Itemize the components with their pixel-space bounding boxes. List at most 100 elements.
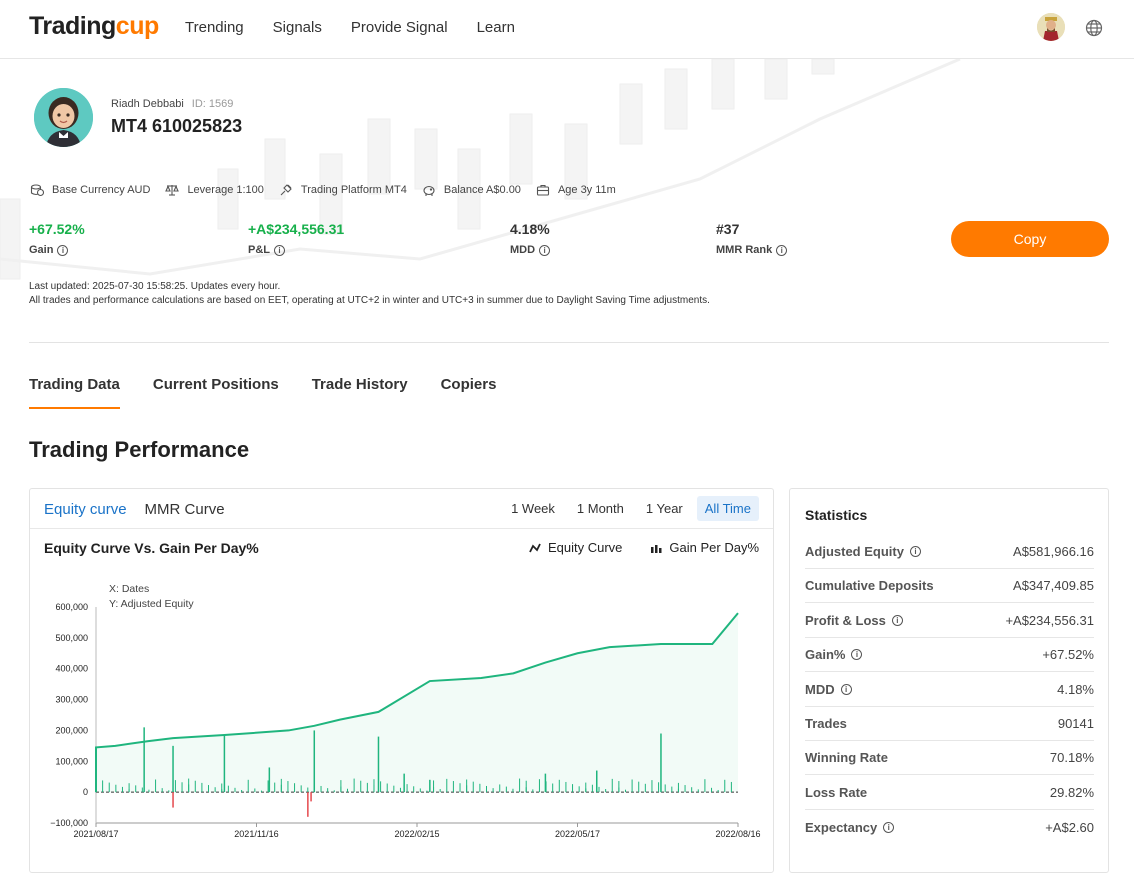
kpi-pnl-label: P&L	[248, 244, 270, 256]
legend-equity-curve[interactable]: Equity Curve	[529, 540, 622, 555]
background-candlestick-decoration	[0, 59, 961, 280]
y-tick-label: 300,000	[55, 695, 88, 705]
user-avatar[interactable]	[1037, 13, 1065, 41]
axis-note-y: Y: Adjusted Equity	[109, 598, 194, 610]
stat-value: 90141	[1057, 716, 1094, 731]
stat-row: Profit & Loss i +A$234,556.31	[805, 604, 1094, 638]
range-1-month[interactable]: 1 Month	[569, 496, 632, 521]
kpi-pnl-label-row: P&L i	[248, 244, 344, 256]
stat-value: A$581,966.16	[1013, 544, 1094, 559]
piggy-bank-icon	[423, 185, 435, 196]
x-tick-label: 2021/08/17	[73, 829, 118, 839]
info-icon[interactable]: i	[539, 244, 551, 256]
stat-label-row: MDD i	[805, 682, 852, 697]
nav-item-trending[interactable]: Trending	[185, 19, 244, 36]
info-icon[interactable]: i	[909, 546, 921, 557]
globe-icon[interactable]	[1085, 19, 1103, 37]
logo-text-cup: cup	[115, 12, 159, 40]
stat-label-row: Winning Rate	[805, 750, 888, 765]
stat-row: Loss Rate 29.82%	[805, 776, 1094, 810]
range-1-year[interactable]: 1 Year	[638, 496, 691, 521]
meta-platform: Trading Platform MT4	[279, 183, 407, 197]
kpi-rank-label-row: MMR Rank i	[716, 244, 788, 256]
stat-value: +A$2.60	[1045, 819, 1094, 835]
logo-text-trading: Trading	[29, 12, 116, 40]
stat-row: Trades 90141	[805, 707, 1094, 741]
bar-chart-icon	[651, 544, 662, 553]
equity-area	[96, 613, 738, 793]
stat-row: Expectancy i +A$2.60	[805, 810, 1094, 844]
info-icon[interactable]: i	[883, 821, 895, 833]
stat-label-row: Adjusted Equity i	[805, 544, 921, 559]
stat-value: +67.52%	[1042, 647, 1094, 663]
range-all-time[interactable]: All Time	[696, 496, 759, 521]
tab-mmr-curve[interactable]: MMR Curve	[145, 501, 225, 518]
account-title: MT4 610025823	[111, 116, 243, 136]
stat-label: Cumulative Deposits	[805, 578, 934, 594]
axis-note-x: X: Dates	[109, 583, 149, 595]
nav-item-provide-signal[interactable]: Provide Signal	[351, 19, 448, 36]
account-meta: Base Currency AUD Leverage 1:100 Trading…	[30, 183, 631, 197]
briefcase-icon	[536, 184, 549, 196]
tab-trading-data[interactable]: Trading Data	[29, 376, 120, 409]
legend-gain-per-day[interactable]: Gain Per Day%	[650, 540, 759, 555]
stat-label-row: Expectancy i	[805, 819, 895, 835]
info-icon[interactable]: i	[274, 244, 285, 256]
divider	[29, 342, 1109, 343]
tab-copiers[interactable]: Copiers	[441, 376, 497, 409]
info-icon[interactable]: i	[57, 244, 69, 256]
meta-text: Base Currency AUD	[52, 184, 151, 196]
meta-text: Leverage 1:100	[187, 184, 264, 196]
kpi-mdd: 4.18% MDD i	[510, 221, 551, 256]
kpi-pnl: +A$234,556.31 P&L i	[248, 221, 344, 256]
y-tick-label: 600,000	[55, 602, 88, 612]
x-tick-label: 2022/08/16	[715, 829, 760, 839]
kpi-rank-label: MMR Rank	[716, 244, 773, 256]
stat-value: 4.18%	[1057, 681, 1094, 697]
kpi-mdd-label-row: MDD i	[510, 244, 551, 256]
y-tick-label: 500,000	[55, 633, 88, 643]
info-icon[interactable]: i	[840, 683, 852, 695]
stat-label: Loss Rate	[805, 784, 868, 800]
legend-gain-label: Gain Per Day%	[669, 540, 759, 555]
stat-row: Gain% i +67.52%	[805, 638, 1094, 673]
info-icon[interactable]: i	[891, 614, 903, 626]
stat-label: Winning Rate	[805, 750, 888, 766]
update-note: Last updated: 2025-07-30 15:58:25. Updat…	[29, 280, 710, 308]
meta-leverage: Leverage 1:100	[165, 183, 264, 197]
scale-icon	[165, 185, 180, 196]
nav-item-learn[interactable]: Learn	[477, 19, 515, 36]
tab-trade-history[interactable]: Trade History	[312, 376, 408, 409]
kpi-gain-value: +67.52%	[29, 221, 85, 237]
trader-name-line: Riadh Debbabi ID: 1569	[111, 98, 233, 110]
stat-label-row: Gain% i	[805, 647, 863, 663]
stat-label: Trades	[805, 716, 847, 731]
info-icon[interactable]: i	[851, 649, 863, 661]
tab-equity-curve[interactable]: Equity curve	[44, 501, 127, 518]
tab-current-positions[interactable]: Current Positions	[153, 376, 279, 409]
kpi-rank-value: #37	[716, 221, 740, 237]
range-1-week[interactable]: 1 Week	[503, 496, 563, 521]
stat-label-row: Trades	[805, 716, 847, 731]
logo[interactable]: Tradingcup	[29, 12, 159, 41]
kpi-rank: #37 MMR Rank i	[716, 221, 788, 256]
line-chart-icon	[529, 543, 541, 552]
chart-type-tabs: Equity curve MMR Curve	[44, 501, 243, 518]
y-tick-label: 0	[83, 787, 88, 797]
stat-label: Expectancy	[805, 819, 878, 835]
meta-text: Balance A$0.00	[443, 184, 521, 196]
stat-row: Cumulative Deposits A$347,409.85	[805, 569, 1094, 604]
y-tick-label: 400,000	[55, 664, 88, 674]
main-nav: Trending Signals Provide Signal Learn	[185, 19, 544, 36]
stat-row: MDD i 4.18%	[805, 673, 1094, 707]
statistics-title: Statistics	[805, 507, 868, 523]
chart-legend: Equity Curve Gain Per Day%	[501, 540, 759, 555]
time-range-selector: 1 Week 1 Month 1 Year All Time	[497, 496, 759, 521]
statistics-card: Statistics Adjusted Equity i A$581,966.16 C…	[789, 488, 1109, 873]
equity-chart-card: Equity curve MMR Curve 1 Week 1 Month 1 …	[29, 488, 774, 873]
info-icon[interactable]: i	[776, 244, 788, 256]
stat-row: Winning Rate 70.18%	[805, 741, 1094, 776]
nav-item-signals[interactable]: Signals	[273, 19, 322, 36]
stat-label: Gain%	[805, 647, 846, 663]
copy-button[interactable]: Copy	[951, 221, 1109, 257]
